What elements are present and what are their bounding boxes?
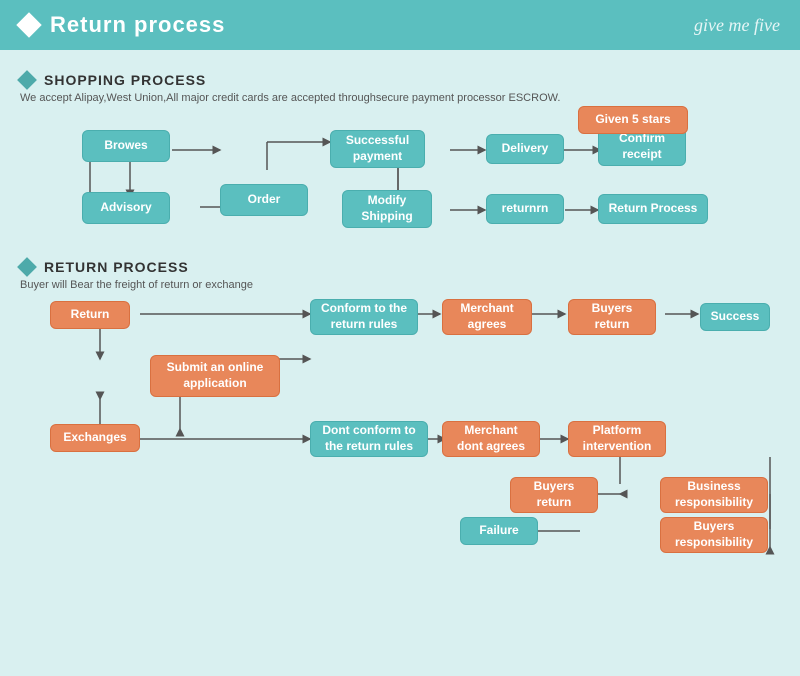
page-header: Return process give me five [0, 0, 800, 50]
failure-box: Failure [460, 517, 538, 545]
merchant-agrees-box: Merchant agrees [442, 299, 532, 335]
delivery-box: Delivery [486, 134, 564, 164]
advisory-box: Advisory [82, 192, 170, 224]
brand-logo: give me five [694, 15, 780, 36]
business-responsibility-box: Business responsibility [660, 477, 768, 513]
shopping-diamond-icon [17, 70, 37, 90]
order-box: Order [220, 184, 308, 216]
exchanges-box: Exchanges [50, 424, 140, 452]
header-diamond-icon [16, 12, 41, 37]
modify-shipping-box: Modify Shipping [342, 190, 432, 228]
return-flow-diagram: Return Submit an online application Exch… [20, 299, 780, 559]
browes-box: Browes [82, 130, 170, 162]
return-desc: Buyer will Bear the freight of return or… [20, 279, 780, 291]
shopping-desc: We accept Alipay,West Union,All major cr… [20, 92, 780, 104]
buyers-return2-box: Buyers return [510, 477, 598, 513]
return-section-header: RETURN PROCESS [20, 259, 780, 275]
shopping-section-header: SHOPPING PROCESS [20, 72, 780, 88]
conform-rules-box: Conform to the return rules [310, 299, 418, 335]
returnrn-box: returnrn [486, 194, 564, 224]
buyers-responsibility-box: Buyers responsibility [660, 517, 768, 553]
submit-online-box: Submit an online application [150, 355, 280, 397]
given-5-stars-box: Given 5 stars [578, 106, 688, 134]
return-process-box: Return Process [598, 194, 708, 224]
dont-conform-box: Dont conform to the return rules [310, 421, 428, 457]
success-box: Success [700, 303, 770, 331]
return-title: RETURN PROCESS [44, 259, 189, 275]
main-content: SHOPPING PROCESS We accept Alipay,West U… [0, 50, 800, 676]
shopping-title: SHOPPING PROCESS [44, 72, 206, 88]
return-diamond-icon [17, 257, 37, 277]
return-box: Return [50, 301, 130, 329]
merchant-dont-box: Merchant dont agrees [442, 421, 540, 457]
page-title: Return process [50, 12, 225, 38]
shopping-flow-diagram: Browes Order Advisory Modify Shipping Su… [20, 112, 780, 257]
platform-intervention-box: Platform intervention [568, 421, 666, 457]
buyers-return1-box: Buyers return [568, 299, 656, 335]
successful-payment-box: Successful payment [330, 130, 425, 168]
